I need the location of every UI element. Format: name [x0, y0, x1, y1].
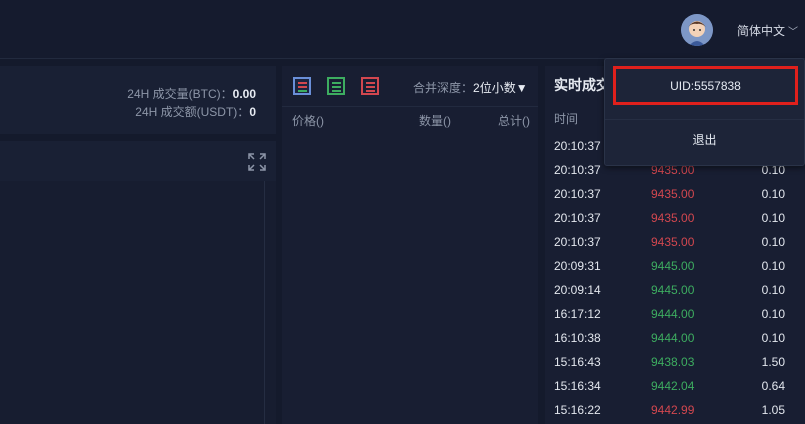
- trade-amount: 0.10: [761, 187, 785, 201]
- both-sides-view-icon[interactable]: [293, 77, 311, 95]
- language-selector[interactable]: 简体中文 ﹀: [737, 22, 798, 39]
- trade-row: 16:17:12 9444.00 0.10: [545, 302, 805, 326]
- time-column-header: 时间: [554, 112, 579, 126]
- trade-amount: 0.10: [761, 331, 785, 345]
- trade-time: 20:09:31: [554, 259, 601, 273]
- depth-label: 合并深度：: [413, 81, 474, 95]
- amount-column-header: 数量(): [419, 114, 451, 128]
- trade-amount: 0.10: [761, 259, 785, 273]
- chart-divider: [264, 181, 265, 424]
- trade-price: 9445.00: [651, 283, 695, 297]
- top-bar: 简体中文 ﹀: [0, 0, 805, 59]
- trade-time: 15:16:43: [554, 355, 601, 369]
- order-book-divider: [282, 106, 538, 107]
- chart-panel: [0, 141, 276, 424]
- trade-row: 20:10:37 9435.00 0.10: [545, 206, 805, 230]
- trade-time: 20:10:37: [554, 211, 601, 225]
- trade-time: 16:17:12: [554, 307, 601, 321]
- trade-price: 9445.00: [651, 259, 695, 273]
- trade-price: 9435.00: [651, 187, 695, 201]
- trade-time: 20:10:37: [554, 187, 601, 201]
- trade-price: 9438.03: [651, 355, 695, 369]
- volume-value: 0.00: [232, 87, 256, 101]
- trade-price: 9435.00: [651, 235, 695, 249]
- turnover-value: 0: [249, 105, 256, 119]
- logout-menu-item[interactable]: 退出: [605, 119, 804, 158]
- turnover-label: 24H 成交额(USDT)：: [135, 105, 250, 119]
- chevron-down-icon: ﹀: [788, 27, 799, 38]
- trade-row: 20:10:37 9435.00 0.10: [545, 182, 805, 206]
- trade-price: 9442.04: [651, 379, 695, 393]
- trade-amount: 0.10: [761, 235, 785, 249]
- volume-label: 24H 成交量(BTC)：: [127, 87, 233, 101]
- logout-label: 退出: [692, 132, 717, 147]
- trade-time: 20:10:37: [554, 139, 601, 153]
- trade-time: 15:16:22: [554, 403, 601, 417]
- trade-price: 9444.00: [651, 307, 695, 321]
- trade-row: 15:16:22 9442.99 1.05: [545, 398, 805, 422]
- trade-row: 16:10:38 9444.00 0.10: [545, 326, 805, 350]
- order-book-panel: 合并深度：2位小数▼ 价格() 数量() 总计(): [282, 66, 538, 424]
- trade-time: 20:10:37: [554, 163, 601, 177]
- trade-time: 20:09:14: [554, 283, 601, 297]
- depth-selector[interactable]: 合并深度：2位小数▼: [413, 79, 528, 96]
- trades-title: 实时成交: [554, 77, 610, 93]
- trade-amount: 1.50: [761, 355, 785, 369]
- volume-stat: 24H 成交量(BTC)：0.00: [127, 85, 256, 102]
- avatar-icon: [681, 14, 713, 46]
- market-stats-panel: 24H 成交量(BTC)：0.00 24H 成交额(USDT)：0: [0, 66, 276, 134]
- trade-row: 15:16:34 9442.04 0.64: [545, 374, 805, 398]
- trade-price: 9444.00: [651, 331, 695, 345]
- trade-price: 9435.00: [651, 211, 695, 225]
- trade-amount: 0.10: [761, 211, 785, 225]
- buy-side-view-icon[interactable]: [327, 77, 345, 95]
- trade-row: 15:16:43 9438.03 1.50: [545, 350, 805, 374]
- fullscreen-icon[interactable]: [247, 152, 267, 172]
- language-label: 简体中文: [737, 24, 786, 38]
- user-dropdown-menu: UID:5557838 退出: [604, 58, 805, 166]
- trade-amount: 0.10: [761, 283, 785, 297]
- uid-label: UID:5557838: [670, 78, 741, 93]
- trade-time: 20:10:37: [554, 235, 601, 249]
- trade-amount: 1.05: [761, 403, 785, 417]
- trade-time: 15:16:34: [554, 379, 601, 393]
- total-column-header: 总计(): [498, 114, 530, 128]
- turnover-stat: 24H 成交额(USDT)：0: [135, 103, 256, 120]
- trade-amount: 0.10: [761, 307, 785, 321]
- trade-row: 20:09:31 9445.00 0.10: [545, 254, 805, 278]
- chart-panel-header: [0, 141, 276, 181]
- uid-menu-item[interactable]: UID:5557838: [613, 66, 798, 105]
- trade-price: 9442.99: [651, 403, 695, 417]
- user-avatar[interactable]: [681, 14, 713, 46]
- sell-side-view-icon[interactable]: [361, 77, 379, 95]
- price-column-header: 价格(): [292, 114, 324, 128]
- trade-row: 20:09:14 9445.00 0.10: [545, 278, 805, 302]
- trade-amount: 0.64: [761, 379, 785, 393]
- trade-time: 16:10:38: [554, 331, 601, 345]
- depth-value: 2位小数▼: [473, 81, 528, 95]
- trade-row: 20:10:37 9435.00 0.10: [545, 230, 805, 254]
